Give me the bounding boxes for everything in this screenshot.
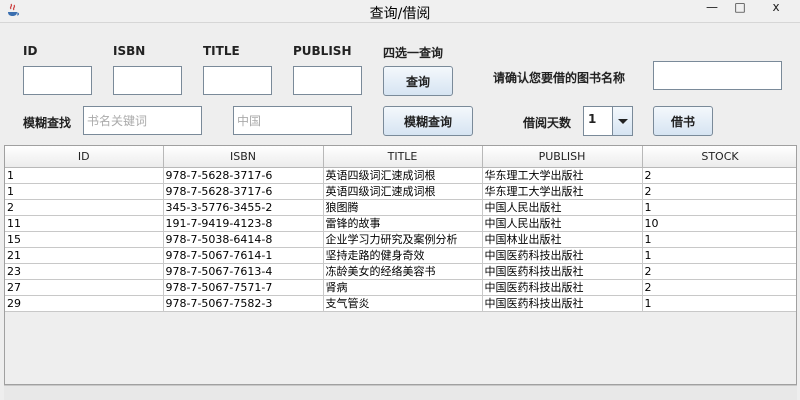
table-row[interactable]: 27 978-7-5067-7571-7 肾病 中国医药科技出版社 2	[5, 279, 796, 296]
table-row[interactable]: 1 978-7-5628-3717-6 英语四级词汇速成词根 华东理工大学出版社…	[5, 167, 796, 184]
cell-stock[interactable]: 1	[642, 247, 796, 264]
cell-stock[interactable]: 10	[642, 215, 796, 232]
id-input[interactable]	[24, 67, 91, 94]
cell-id[interactable]: 11	[5, 215, 164, 232]
cell-stock[interactable]: 2	[642, 279, 796, 296]
borrow-days-label: 借阅天数	[523, 116, 572, 130]
cell-publish[interactable]: 华东理工大学出版社	[482, 167, 643, 184]
borrow-button[interactable]: 借书	[653, 106, 713, 136]
cell-publish[interactable]: 中国医药科技出版社	[482, 263, 643, 280]
cell-publish[interactable]: 华东理工大学出版社	[482, 183, 643, 200]
cell-stock[interactable]: 1	[642, 231, 796, 248]
title-input[interactable]	[204, 67, 271, 94]
cell-title[interactable]: 狼图腾	[323, 199, 483, 216]
id-label: ID	[23, 44, 38, 58]
cell-id[interactable]: 2	[5, 199, 164, 216]
cell-id[interactable]: 21	[5, 247, 164, 264]
cell-stock[interactable]: 2	[642, 263, 796, 280]
cell-title[interactable]: 雷锋的故事	[323, 215, 483, 232]
cell-publish[interactable]: 中国林业出版社	[482, 231, 643, 248]
publish-field[interactable]	[293, 66, 362, 95]
cell-title[interactable]: 企业学习力研究及案例分析	[323, 231, 483, 248]
cell-id[interactable]: 27	[5, 279, 164, 296]
maximize-button[interactable]: □	[728, 0, 752, 18]
cell-publish[interactable]: 中国医药科技出版社	[482, 279, 643, 296]
table-header-row: ID ISBN TITLE PUBLISH STOCK	[5, 146, 796, 168]
keyword-input[interactable]	[84, 107, 201, 134]
column-header-stock[interactable]: STOCK	[642, 146, 796, 168]
cell-id[interactable]: 23	[5, 263, 164, 280]
cell-publish[interactable]: 中国医药科技出版社	[482, 247, 643, 264]
column-header-publish[interactable]: PUBLISH	[482, 146, 643, 168]
cell-stock[interactable]: 1	[642, 295, 796, 312]
close-button[interactable]: x	[754, 0, 798, 18]
table-row[interactable]: 2 345-3-5776-3455-2 狼图腾 中国人民出版社 1	[5, 199, 796, 216]
fuzzy-search-label: 模糊查找	[23, 116, 72, 130]
isbn-input[interactable]	[114, 67, 181, 94]
table-row[interactable]: 11 191-7-9419-4123-8 雷锋的故事 中国人民出版社 10	[5, 215, 796, 232]
results-table[interactable]: ID ISBN TITLE PUBLISH STOCK 1 978-7-5628…	[4, 145, 797, 385]
horizontal-scrollbar[interactable]	[4, 385, 797, 400]
confirm-book-label: 请确认您要借的图书名称	[493, 71, 626, 85]
book-name-input[interactable]	[654, 62, 781, 89]
publisher-keyword-field[interactable]	[233, 106, 352, 135]
isbn-label: ISBN	[113, 44, 146, 58]
borrow-days-value: 1	[588, 112, 597, 126]
isbn-field[interactable]	[113, 66, 182, 95]
cell-title[interactable]: 肾病	[323, 279, 483, 296]
cell-publish[interactable]: 中国人民出版社	[482, 215, 643, 232]
cell-title[interactable]: 支气管炎	[323, 295, 483, 312]
publish-input[interactable]	[294, 67, 361, 94]
cell-isbn[interactable]: 978-7-5067-7614-1	[163, 247, 324, 264]
cell-title[interactable]: 英语四级词汇速成词根	[323, 167, 483, 184]
dropdown-arrow[interactable]	[612, 107, 632, 135]
keyword-field[interactable]	[83, 106, 202, 135]
cell-isbn[interactable]: 191-7-9419-4123-8	[163, 215, 324, 232]
cell-id[interactable]: 15	[5, 231, 164, 248]
cell-stock[interactable]: 1	[642, 199, 796, 216]
cell-title[interactable]: 冻龄美女的经络美容书	[323, 263, 483, 280]
book-name-field[interactable]	[653, 61, 782, 90]
cell-publish[interactable]: 中国人民出版社	[482, 199, 643, 216]
table-row[interactable]: 21 978-7-5067-7614-1 坚持走路的健身奇效 中国医药科技出版社…	[5, 247, 796, 264]
choose-one-label: 四选一查询	[383, 46, 444, 60]
cell-publish[interactable]: 中国医药科技出版社	[482, 295, 643, 312]
table-row[interactable]: 1 978-7-5628-3717-6 英语四级词汇速成词根 华东理工大学出版社…	[5, 183, 796, 200]
cell-isbn[interactable]: 978-7-5067-7571-7	[163, 279, 324, 296]
column-header-id[interactable]: ID	[5, 146, 164, 168]
publish-label: PUBLISH	[293, 44, 352, 58]
cell-isbn[interactable]: 345-3-5776-3455-2	[163, 199, 324, 216]
cell-id[interactable]: 1	[5, 183, 164, 200]
id-field[interactable]	[23, 66, 92, 95]
title-bar: 查询/借阅 — □ x	[0, 0, 800, 23]
column-header-title[interactable]: TITLE	[323, 146, 483, 168]
title-field[interactable]	[203, 66, 272, 95]
column-header-isbn[interactable]: ISBN	[163, 146, 324, 168]
cell-isbn[interactable]: 978-7-5067-7582-3	[163, 295, 324, 312]
cell-stock[interactable]: 2	[642, 183, 796, 200]
publisher-keyword-input[interactable]	[234, 107, 351, 134]
cell-title[interactable]: 坚持走路的健身奇效	[323, 247, 483, 264]
table-row[interactable]: 29 978-7-5067-7582-3 支气管炎 中国医药科技出版社 1	[5, 295, 796, 312]
cell-id[interactable]: 29	[5, 295, 164, 312]
cell-title[interactable]: 英语四级词汇速成词根	[323, 183, 483, 200]
chevron-down-icon	[618, 119, 628, 124]
cell-isbn[interactable]: 978-7-5628-3717-6	[163, 183, 324, 200]
cell-isbn[interactable]: 978-7-5067-7613-4	[163, 263, 324, 280]
cell-stock[interactable]: 2	[642, 167, 796, 184]
cell-isbn[interactable]: 978-7-5038-6414-8	[163, 231, 324, 248]
title-label: TITLE	[203, 44, 240, 58]
minimize-button[interactable]: —	[700, 0, 724, 18]
table-row[interactable]: 23 978-7-5067-7613-4 冻龄美女的经络美容书 中国医药科技出版…	[5, 263, 796, 280]
cell-isbn[interactable]: 978-7-5628-3717-6	[163, 167, 324, 184]
query-button[interactable]: 查询	[383, 66, 453, 96]
cell-id[interactable]: 1	[5, 167, 164, 184]
table-row[interactable]: 15 978-7-5038-6414-8 企业学习力研究及案例分析 中国林业出版…	[5, 231, 796, 248]
fuzzy-query-button[interactable]: 模糊查询	[383, 106, 473, 136]
window-title: 查询/借阅	[369, 6, 431, 22]
borrow-days-select[interactable]: 1	[583, 106, 633, 136]
